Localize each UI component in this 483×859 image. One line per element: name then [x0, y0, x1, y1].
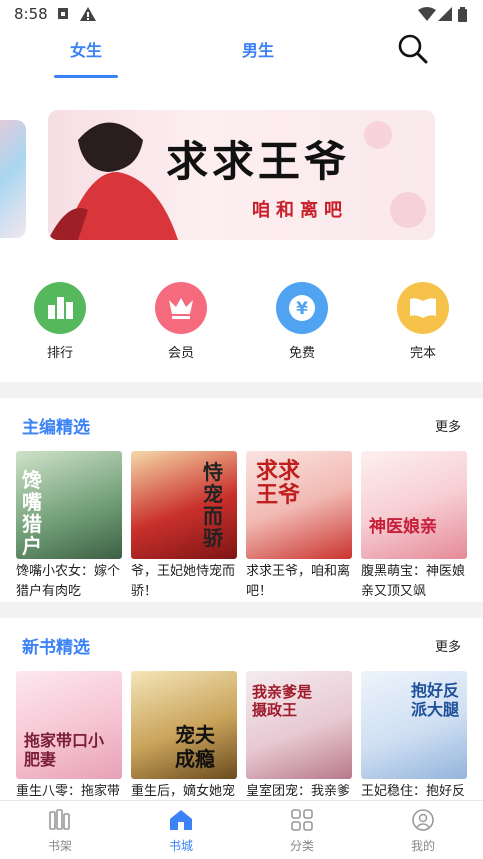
- quick-ranking-label: 排行: [46, 346, 73, 361]
- nav-bookstore-label: 书城: [168, 839, 193, 853]
- book-cover: 神医娘亲: [361, 451, 467, 559]
- book-cover: 恃宠而骄: [131, 451, 237, 559]
- section-divider: [0, 602, 483, 618]
- quick-free[interactable]: ¥ 免费: [262, 282, 342, 361]
- banner-prev-slide[interactable]: [0, 120, 26, 238]
- more-button-editor-picks[interactable]: 更多: [435, 416, 461, 435]
- sim-icon: [58, 8, 68, 19]
- nav-profile-label: 我的: [410, 839, 435, 853]
- book-card[interactable]: 恃宠而骄 爷，王妃她恃宠而骄！: [131, 451, 237, 602]
- yen-icon: ¥: [289, 295, 315, 321]
- alert-icon: [80, 7, 96, 21]
- book-title: 爷，王妃她恃宠而骄！: [131, 564, 236, 599]
- book-title: 重生后，嫡女她宠: [131, 784, 236, 799]
- quick-entries: 排行 会员 ¥ 免费 完本: [0, 282, 483, 362]
- cover-title: 神医娘亲: [369, 517, 437, 537]
- cover-title: 恃宠而骄: [203, 460, 223, 550]
- book-card[interactable]: 我亲爹是摄政王 皇室团宠：我亲爹: [246, 671, 352, 802]
- cover-title: 拖家带口小肥妻: [24, 731, 105, 769]
- book-cover: 拖家带口小肥妻: [16, 671, 122, 779]
- more-button-new-books[interactable]: 更多: [435, 636, 461, 655]
- book-cover: 馋嘴猎户: [16, 451, 122, 559]
- book-title: 王妃稳住：抱好反: [361, 784, 466, 799]
- book-card[interactable]: 求求王爷 求求王爷，咱和离吧！: [246, 451, 352, 602]
- book-cover: 抱好反派大腿: [361, 671, 467, 779]
- bottom-navigation: 书架 书城 分类 我的: [0, 800, 483, 859]
- book-title: 求求王爷，咱和离吧！: [246, 564, 351, 599]
- book-card[interactable]: 馋嘴猎户 馋嘴小农女：嫁个猎户有肉吃: [16, 451, 122, 602]
- book-cover: 宠夫成瘾: [131, 671, 237, 779]
- nav-bookshelf-label: 书架: [47, 839, 72, 853]
- nav-profile[interactable]: 我的: [383, 809, 463, 854]
- wifi-icon: [418, 7, 436, 21]
- tab-indicator: [54, 75, 118, 78]
- cover-title: 抱好反派大腿: [411, 681, 460, 719]
- quick-finished-label: 完本: [409, 346, 436, 361]
- nav-bookstore[interactable]: 书城: [141, 809, 221, 854]
- nav-category[interactable]: 分类: [262, 809, 342, 854]
- cover-title: 宠夫成瘾: [175, 723, 215, 771]
- book-card[interactable]: 抱好反派大腿 王妃稳住：抱好反: [361, 671, 467, 802]
- book-icon: [410, 298, 436, 318]
- tab-male[interactable]: 男生: [242, 37, 274, 61]
- cover-title: 我亲爹是摄政王: [252, 683, 313, 719]
- profile-icon: [412, 809, 434, 831]
- signal-icon: [438, 7, 452, 21]
- quick-ranking[interactable]: 排行: [20, 282, 100, 361]
- book-card[interactable]: 神医娘亲 腹黑萌宝：神医娘亲又顶又飒: [361, 451, 467, 602]
- quick-finished[interactable]: 完本: [383, 282, 463, 361]
- book-title: 皇室团宠：我亲爹: [246, 784, 351, 799]
- nav-bookshelf[interactable]: 书架: [20, 809, 100, 854]
- book-title: 馋嘴小农女：嫁个猎户有肉吃: [16, 564, 121, 599]
- book-card[interactable]: 拖家带口小肥妻 重生八零：拖家带: [16, 671, 122, 802]
- bookshelf-icon: [49, 809, 70, 830]
- ranking-icon: [48, 297, 73, 319]
- quick-vip[interactable]: 会员: [141, 282, 221, 361]
- quick-vip-label: 会员: [167, 346, 194, 361]
- book-cover: 我亲爹是摄政王: [246, 671, 352, 779]
- book-title: 腹黑萌宝：神医娘亲又顶又飒: [361, 564, 466, 599]
- book-card[interactable]: 宠夫成瘾 重生后，嫡女她宠: [131, 671, 237, 802]
- svg-text:¥: ¥: [296, 299, 308, 319]
- status-time: 8:58: [14, 5, 48, 23]
- book-title: 重生八零：拖家带: [16, 784, 121, 799]
- banner-slide[interactable]: 求求王爷 咱和离吧: [48, 110, 435, 240]
- crown-icon: [169, 298, 193, 319]
- search-icon[interactable]: [397, 33, 429, 65]
- banner-subtitle: 咱和离吧: [252, 200, 348, 221]
- nav-category-label: 分类: [289, 839, 314, 853]
- bookstore-icon: [170, 810, 192, 830]
- banner-carousel[interactable]: 求求王爷 咱和离吧: [0, 108, 483, 242]
- quick-free-label: 免费: [288, 346, 315, 361]
- section-title-editor-picks: 主编精选: [22, 418, 90, 438]
- banner-title: 求求王爷: [166, 137, 351, 186]
- book-cover: 求求王爷: [246, 451, 352, 559]
- section-divider: [0, 382, 483, 398]
- status-bar: 8:58: [0, 0, 483, 28]
- cover-title: 求求王爷: [256, 458, 301, 508]
- battery-icon: [458, 7, 467, 22]
- cover-title: 馋嘴猎户: [22, 468, 42, 558]
- category-icon: [291, 809, 313, 831]
- tab-female[interactable]: 女生: [70, 37, 102, 61]
- section-title-new-books: 新书精选: [22, 638, 90, 658]
